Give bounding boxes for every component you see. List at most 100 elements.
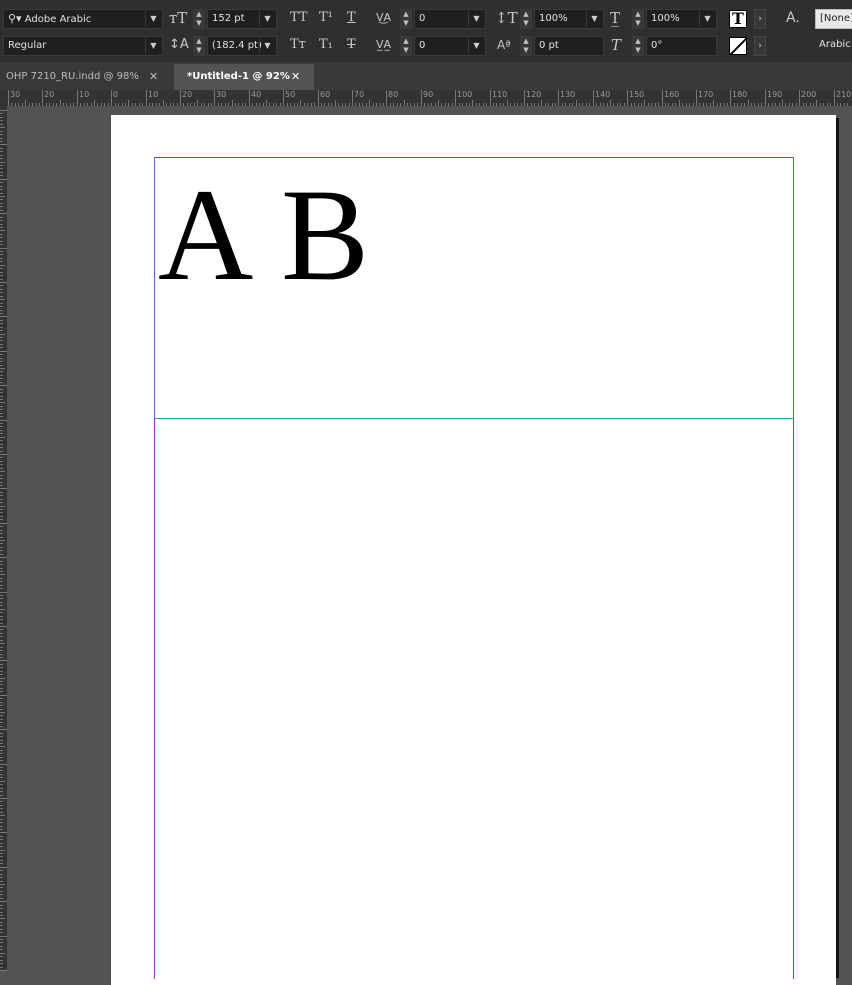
skew-stepper[interactable]: ▲ ▼ [632, 36, 644, 56]
chevron-down-icon[interactable]: ▼ [699, 11, 715, 27]
baseline-shift-field[interactable]: 0 pt [534, 36, 604, 56]
ruler-tick [0, 334, 5, 335]
fill-text-icon[interactable]: T [729, 10, 747, 28]
skew-icon: T [611, 36, 622, 54]
chevron-down-icon[interactable]: ▼ [259, 11, 275, 27]
ruler-major-tick [524, 90, 525, 106]
ruler-minor-tick [703, 103, 704, 106]
chevron-down-icon[interactable]: ▼ [145, 38, 161, 54]
ruler-tick [0, 155, 3, 156]
chevron-down-icon[interactable]: ▼ [468, 11, 484, 27]
chevron-down-icon[interactable]: ▼ [586, 11, 602, 27]
vertical-scale-field[interactable]: 100% ▼ [534, 9, 604, 29]
horizontal-scale-field[interactable]: 100% ▼ [646, 9, 717, 29]
font-family-field[interactable]: ⚲▾ Adobe Arabic ▼ [3, 9, 163, 29]
ruler-minor-tick [693, 103, 694, 106]
ruler-minor-tick [407, 103, 408, 106]
tab-untitled-document[interactable]: *Untitled-1 @ 92% ✕ [174, 64, 314, 90]
ruler-minor-tick [840, 103, 841, 106]
leading-stepper[interactable]: ▲ ▼ [193, 36, 205, 56]
font-size-stepper[interactable]: ▲ ▼ [193, 9, 205, 29]
ruler-tick [0, 189, 3, 190]
superscript-button[interactable]: T¹ [319, 9, 333, 27]
horizontal-scale-stepper[interactable]: ▲ ▼ [632, 9, 644, 29]
ruler-tick [0, 657, 3, 658]
baseline-shift-stepper[interactable]: ▲ ▼ [520, 36, 532, 56]
ruler-minor-tick [376, 103, 377, 106]
font-size-field[interactable]: 152 pt ▼ [207, 9, 277, 29]
skew-value: 0° [651, 40, 663, 51]
chevron-down-icon[interactable]: ▼ [145, 11, 161, 27]
underline-button[interactable]: T [347, 9, 356, 27]
ruler-tick [0, 461, 3, 462]
ruler-tick [0, 168, 3, 169]
ruler-minor-tick [225, 103, 226, 106]
ruler-tick [0, 358, 3, 359]
ruler-tick [0, 874, 3, 875]
ruler-tick [0, 956, 3, 957]
ruler-tick [0, 595, 3, 596]
frame-text[interactable]: A B [158, 160, 370, 310]
horizontal-ruler[interactable]: 30 20 10 0 10 20 30 40 50 60 70 80 90 100 110 120 130 140… [0, 90, 852, 106]
ruler-tick [0, 812, 3, 813]
ruler-tick [0, 688, 3, 689]
ruler-tick [0, 272, 3, 273]
subscript-button[interactable]: T₁ [319, 36, 333, 54]
skew-field[interactable]: 0° [646, 36, 717, 56]
ruler-major-tick [283, 90, 284, 106]
vertical-scale-stepper[interactable]: ▲ ▼ [520, 9, 532, 29]
ruler-minor-tick [238, 103, 239, 106]
ruler-minor-tick [29, 103, 30, 106]
ruler-tick [0, 791, 3, 792]
chevron-right-icon[interactable]: › [754, 36, 766, 56]
tab-ohp-document[interactable]: OHP 7210_RU.indd @ 98% ✕ [0, 64, 170, 90]
ruler-tick [0, 320, 3, 321]
ruler-tick [0, 602, 3, 603]
ruler-major-tick [180, 90, 181, 106]
ruler-minor-tick [710, 103, 711, 106]
kerning-stepper[interactable]: ▲ ▼ [400, 9, 412, 29]
ruler-minor-tick [682, 103, 683, 106]
chevron-down-icon[interactable]: ▼ [468, 38, 484, 54]
character-style-field[interactable]: [None] [815, 9, 852, 29]
ruler-tick [0, 571, 3, 572]
ruler-tick [0, 767, 3, 768]
strikethrough-button[interactable]: T [347, 36, 356, 54]
font-family-value: Adobe Arabic [24, 14, 92, 25]
ruler-minor-tick [314, 103, 315, 106]
all-caps-button[interactable]: TT [290, 9, 308, 27]
ruler-minor-tick [118, 103, 119, 106]
ruler-minor-tick [187, 103, 188, 106]
ruler-tick [0, 464, 3, 465]
language-field[interactable]: Arabic [815, 36, 852, 56]
close-icon[interactable]: ✕ [149, 64, 158, 90]
ruler-tick [0, 502, 3, 503]
ruler-major-tick [730, 90, 731, 106]
close-icon[interactable]: ✕ [291, 64, 300, 90]
ruler-label: 10 [148, 90, 159, 99]
tracking-stepper[interactable]: ▲ ▼ [400, 36, 412, 56]
ruler-tick [0, 568, 3, 569]
ruler-minor-tick [211, 103, 212, 106]
font-style-field[interactable]: Regular ▼ [3, 36, 163, 56]
stroke-none-icon[interactable] [729, 37, 747, 55]
ruler-tick [0, 894, 3, 895]
kerning-field[interactable]: 0 ▼ [414, 9, 486, 29]
tracking-field[interactable]: 0 ▼ [414, 36, 486, 56]
ruler-minor-tick [679, 100, 680, 106]
leading-field[interactable]: (182.4 pt) ▼ [207, 36, 277, 56]
ruler-tick [0, 303, 3, 304]
ruler-tick [0, 533, 3, 534]
ruler-tick [0, 922, 3, 923]
ruler-minor-tick [428, 103, 429, 106]
ruler-tick [0, 289, 3, 290]
ruler-tick [0, 368, 5, 369]
ruler-tick [0, 757, 3, 758]
ruler-minor-tick [827, 103, 828, 106]
chevron-right-icon[interactable]: › [754, 9, 766, 29]
ruler-minor-tick [754, 103, 755, 106]
vertical-ruler[interactable] [0, 106, 7, 971]
chevron-down-icon[interactable]: ▼ [259, 38, 275, 54]
ruler-minor-tick [579, 103, 580, 106]
small-caps-button[interactable]: Tт [290, 36, 306, 54]
